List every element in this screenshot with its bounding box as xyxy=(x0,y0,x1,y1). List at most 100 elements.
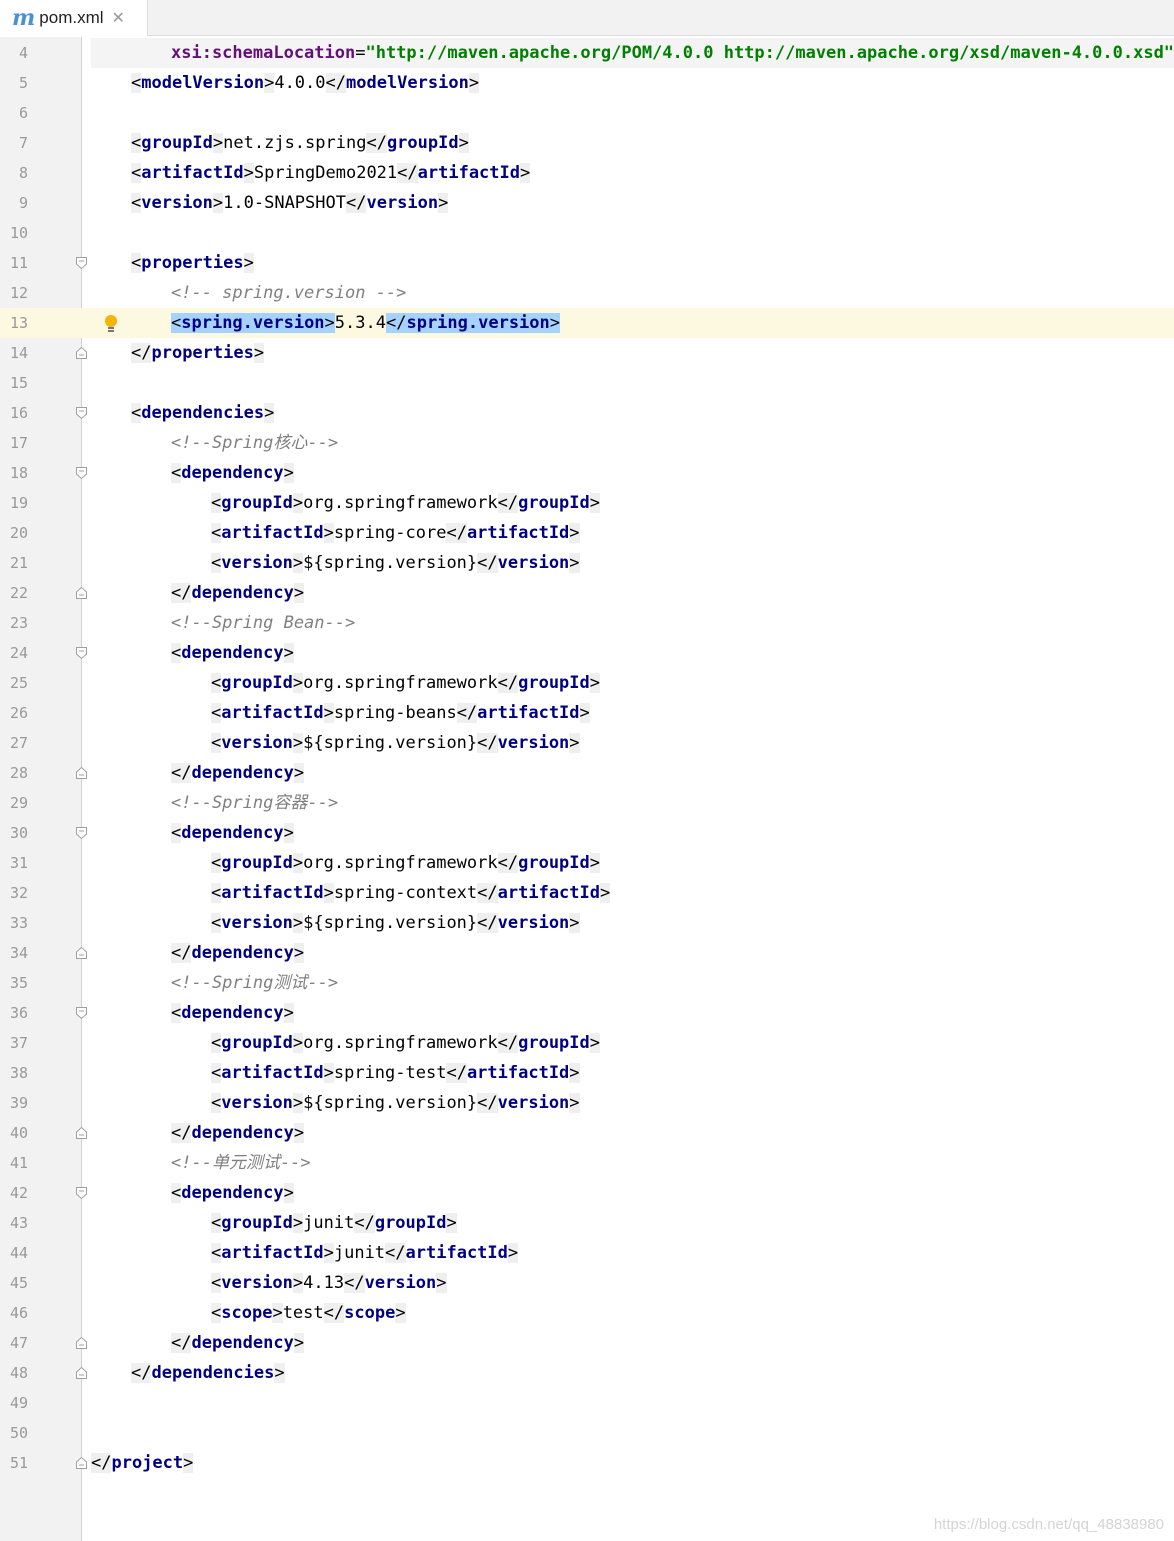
code-line[interactable]: 47 </dependency> xyxy=(0,1328,1174,1358)
fold-open-icon[interactable] xyxy=(76,467,87,479)
fold-open-icon[interactable] xyxy=(76,407,87,419)
code-line[interactable]: 17 <!--Spring核心--> xyxy=(0,428,1174,458)
code-line[interactable]: 25 <groupId>org.springframework</groupId> xyxy=(0,668,1174,698)
code-line[interactable]: 32 <artifactId>spring-context</artifactId… xyxy=(0,878,1174,908)
code-token: > xyxy=(292,553,304,573)
line-number: 34 xyxy=(9,944,28,962)
code-token: > xyxy=(293,763,305,783)
code-line[interactable]: 12 <!-- spring.version --> xyxy=(0,278,1174,308)
code-line[interactable]: 16 <dependencies> xyxy=(0,398,1174,428)
code-token: groupId xyxy=(221,1213,293,1233)
code-line[interactable]: 15 xyxy=(0,368,1174,398)
code-line[interactable]: 19 <groupId>org.springframework</groupId> xyxy=(0,488,1174,518)
code-token: dependency xyxy=(181,643,284,663)
code-line[interactable]: 18 <dependency> xyxy=(0,458,1174,488)
code-line[interactable]: 41 <!--单元测试--> xyxy=(0,1148,1174,1178)
code-token: > xyxy=(323,1063,334,1083)
fold-close-icon[interactable] xyxy=(76,767,87,779)
tab-label: pom.xml xyxy=(39,8,104,27)
code-line[interactable]: 44 <artifactId>junit</artifactId> xyxy=(0,1238,1174,1268)
code-line[interactable]: 8 <artifactId>SpringDemo2021</artifactId> xyxy=(0,158,1174,188)
line-number: 26 xyxy=(9,704,28,722)
line-number: 14 xyxy=(9,344,28,362)
code-line[interactable]: 9 <version>1.0-SNAPSHOT</version> xyxy=(0,188,1174,218)
code-line[interactable]: 30 <dependency> xyxy=(0,818,1174,848)
line-number: 50 xyxy=(9,1424,28,1442)
code-line[interactable]: 45 <version>4.13</version> xyxy=(0,1268,1174,1298)
code-line[interactable]: 31 <groupId>org.springframework</groupId> xyxy=(0,848,1174,878)
code-line[interactable]: 11 <properties> xyxy=(0,248,1174,278)
code-line[interactable]: 38 <artifactId>spring-test</artifactId> xyxy=(0,1058,1174,1088)
code-token: version xyxy=(221,1273,293,1293)
code-token: dependency xyxy=(191,1333,294,1353)
fold-open-icon[interactable] xyxy=(76,257,87,269)
code-line[interactable]: 39 <version>${spring.version}</version> xyxy=(0,1088,1174,1118)
code-line[interactable]: 35 <!--Spring测试--> xyxy=(0,968,1174,998)
fold-open-icon[interactable] xyxy=(76,827,87,839)
code-line[interactable]: 21 <version>${spring.version}</version> xyxy=(0,548,1174,578)
code-token: </ xyxy=(477,1093,498,1113)
code-line[interactable]: 50 xyxy=(0,1418,1174,1448)
fold-close-icon[interactable] xyxy=(76,347,87,359)
line-number: 16 xyxy=(9,404,28,422)
line-number: 24 xyxy=(9,644,28,662)
code-line[interactable]: 49 xyxy=(0,1388,1174,1418)
code-text: <!--Spring核心--> xyxy=(171,428,338,458)
code-token: < xyxy=(211,1213,222,1233)
code-token: properties xyxy=(151,343,254,363)
code-token: <!--单元测试--> xyxy=(171,1153,311,1173)
code-line[interactable]: 51 </project> xyxy=(0,1448,1174,1478)
code-line[interactable]: 27 <version>${spring.version}</version> xyxy=(0,728,1174,758)
code-token: < xyxy=(211,673,222,693)
fold-close-icon[interactable] xyxy=(76,1457,87,1469)
code-line[interactable]: 10 xyxy=(0,218,1174,248)
code-line[interactable]: 24 <dependency> xyxy=(0,638,1174,668)
code-token: < xyxy=(211,523,222,543)
code-line[interactable]: 22 </dependency> xyxy=(0,578,1174,608)
code-token: > xyxy=(549,313,561,333)
code-token: <!--Spring测试--> xyxy=(171,973,339,993)
fold-open-icon[interactable] xyxy=(76,647,87,659)
fold-open-icon[interactable] xyxy=(76,1187,87,1199)
code-token: dependencies xyxy=(151,1363,275,1383)
code-line[interactable]: 36 <dependency> xyxy=(0,998,1174,1028)
tab-pom-xml[interactable]: m pom.xml ✕ xyxy=(0,0,148,36)
fold-open-icon[interactable] xyxy=(76,1007,87,1019)
code-line[interactable]: 46 <scope>test</scope> xyxy=(0,1298,1174,1328)
close-tab-icon[interactable]: ✕ xyxy=(112,8,125,28)
code-token: < xyxy=(211,883,222,903)
code-token: > xyxy=(243,253,254,273)
fold-close-icon[interactable] xyxy=(76,1367,87,1379)
code-token: </ xyxy=(477,553,498,573)
code-line[interactable]: 33 <version>${spring.version}</version> xyxy=(0,908,1174,938)
code-line[interactable]: 28 </dependency> xyxy=(0,758,1174,788)
code-line[interactable]: 7 <groupId>net.zjs.spring</groupId> xyxy=(0,128,1174,158)
code-line[interactable]: 13 <spring.version>5.3.4</spring.version> xyxy=(0,308,1174,338)
code-token: > xyxy=(292,733,304,753)
code-text: </dependency> xyxy=(171,1118,305,1148)
code-line[interactable]: 5 <modelVersion>4.0.0</modelVersion> xyxy=(0,68,1174,98)
intention-bulb-icon[interactable] xyxy=(104,314,118,334)
code-line[interactable]: 42 <dependency> xyxy=(0,1178,1174,1208)
code-line[interactable]: 40 </dependency> xyxy=(0,1118,1174,1148)
code-line[interactable]: 43 <groupId>junit</groupId> xyxy=(0,1208,1174,1238)
code-line[interactable]: 29 <!--Spring容器--> xyxy=(0,788,1174,818)
fold-close-icon[interactable] xyxy=(76,1127,87,1139)
code-line[interactable]: 14 </properties> xyxy=(0,338,1174,368)
fold-close-icon[interactable] xyxy=(76,1337,87,1349)
code-token: version xyxy=(497,1093,570,1113)
fold-close-icon[interactable] xyxy=(76,587,87,599)
code-line[interactable]: 37 <groupId>org.springframework</groupId> xyxy=(0,1028,1174,1058)
code-line[interactable]: 34 </dependency> xyxy=(0,938,1174,968)
code-line[interactable]: 4 xsi:schemaLocation="http://maven.apache… xyxy=(0,38,1174,68)
code-token: < xyxy=(211,1063,222,1083)
fold-close-icon[interactable] xyxy=(76,947,87,959)
code-line[interactable]: 6 xyxy=(0,98,1174,128)
code-token: modelVersion xyxy=(141,73,265,93)
code-line[interactable]: 20 <artifactId>spring-core</artifactId> xyxy=(0,518,1174,548)
code-line[interactable]: 48 </dependencies> xyxy=(0,1358,1174,1388)
code-text: </dependency> xyxy=(171,578,305,608)
code-token: <!--Spring Bean--> xyxy=(171,613,356,633)
code-line[interactable]: 23 <!--Spring Bean--> xyxy=(0,608,1174,638)
code-line[interactable]: 26 <artifactId>spring-beans</artifactId> xyxy=(0,698,1174,728)
